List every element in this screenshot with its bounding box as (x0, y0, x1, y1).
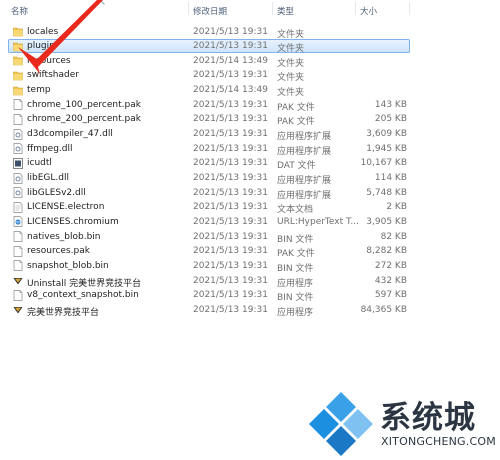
red-arrow-annotation (18, 0, 103, 74)
